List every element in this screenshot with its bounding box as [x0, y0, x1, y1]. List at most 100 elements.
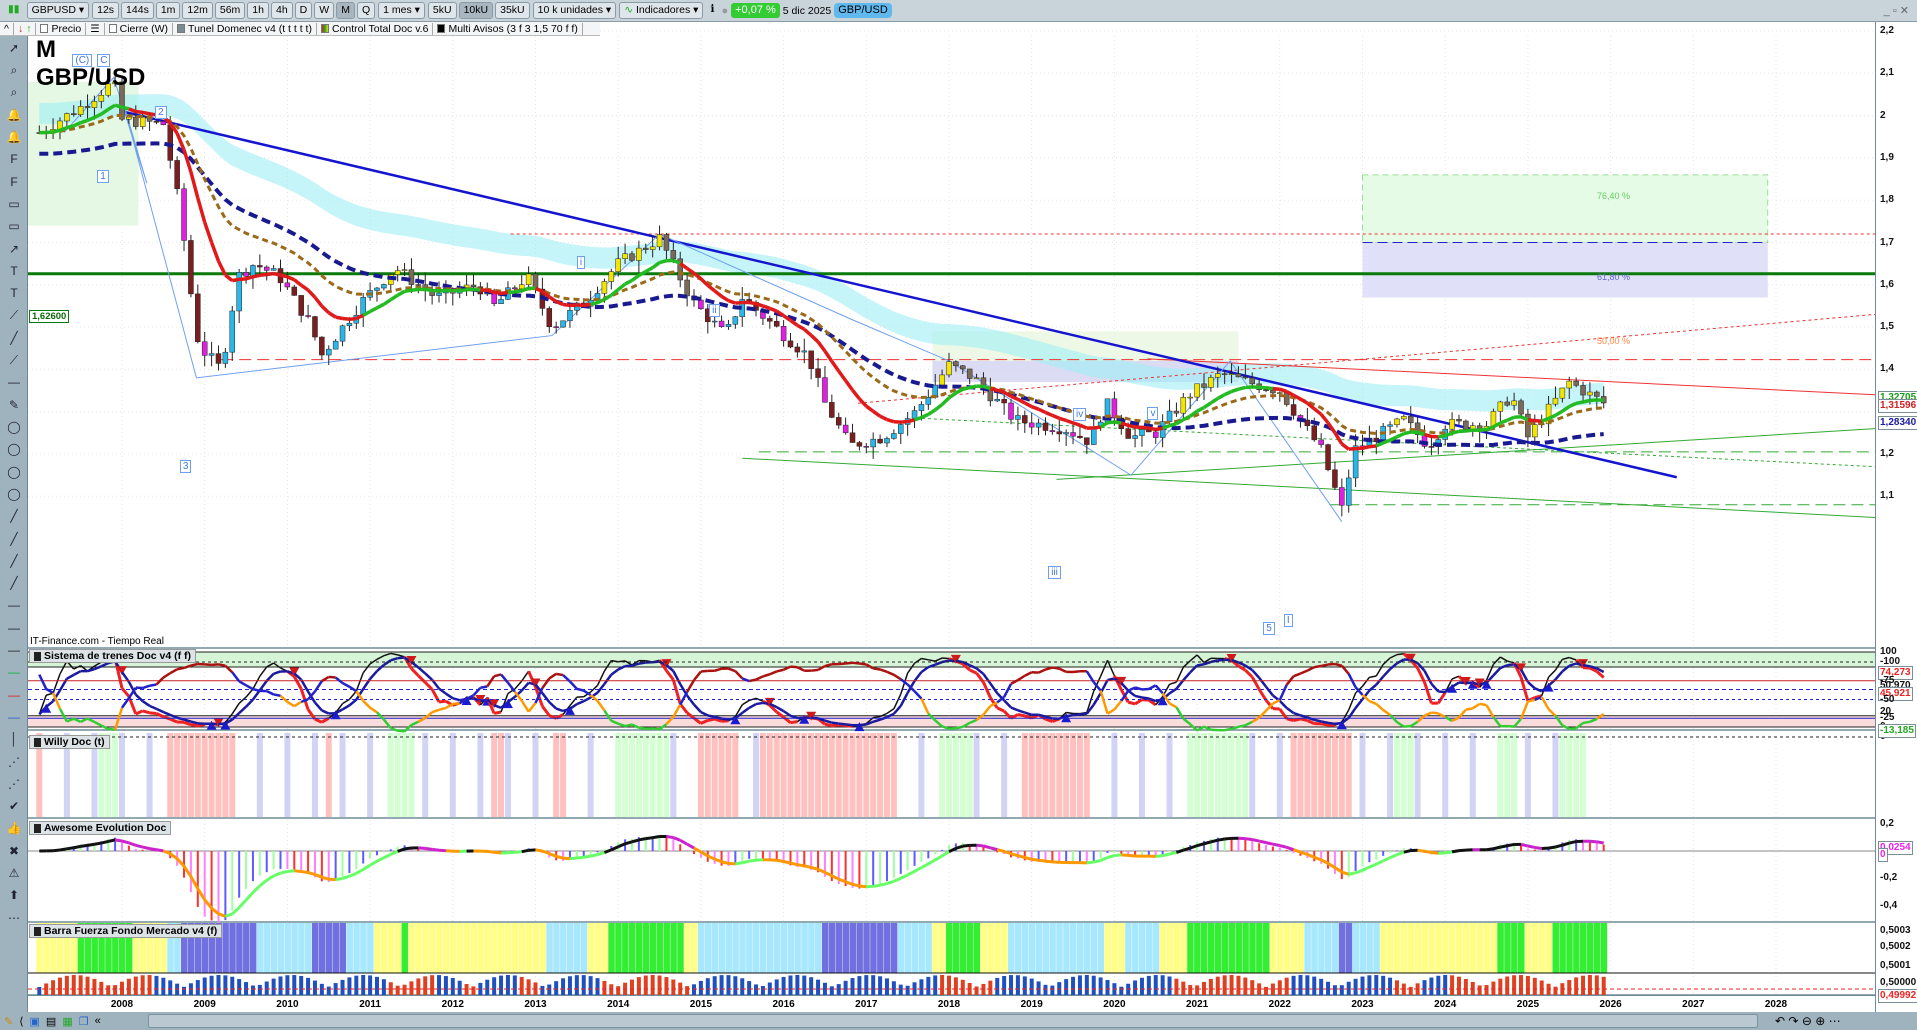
wave-label[interactable]: i: [576, 256, 586, 269]
legend-tunel[interactable]: Tunel Domenec v4 (t t t t t): [173, 22, 317, 35]
symbol-select[interactable]: GBPUSD ▾: [26, 2, 90, 19]
timeframe-1h[interactable]: 1h: [247, 2, 269, 19]
units-select[interactable]: 10 k unidades ▾: [532, 2, 617, 19]
legend-alerts[interactable]: Multi Avisos (3 f 3 1,5 70 f f): [433, 22, 583, 35]
timeframe-Q[interactable]: Q: [356, 2, 376, 19]
timeframe-12m[interactable]: 12m: [182, 2, 213, 19]
panel-title-awesome[interactable]: Awesome Evolution Doc: [29, 821, 172, 835]
ellipse-3-tool-icon[interactable]: ◯: [3, 462, 25, 482]
panel-title-trenes[interactable]: Sistema de trenes Doc v4 (f f): [29, 649, 197, 663]
ellipse-4-tool-icon[interactable]: ◯: [3, 484, 25, 504]
units-35kU[interactable]: 35kU: [495, 2, 530, 19]
period-select[interactable]: 1 mes ▾: [378, 2, 425, 19]
pointer-tool-icon[interactable]: ➚: [3, 38, 25, 58]
indicators-button[interactable]: ∿ Indicadores ▾: [619, 2, 704, 19]
wave-label[interactable]: (C): [72, 54, 93, 67]
rect-tool-icon[interactable]: ▭: [3, 194, 25, 214]
checkbox-icon[interactable]: [40, 24, 49, 33]
wave-label[interactable]: I: [1283, 614, 1293, 627]
timeframe-144s[interactable]: 144s: [121, 2, 154, 19]
grid-icon[interactable]: ▦: [62, 1015, 72, 1028]
wave-label[interactable]: iii: [1048, 566, 1061, 579]
zoom-box-tool-icon[interactable]: ⌕: [3, 83, 25, 103]
segment-tool-icon[interactable]: ⟋: [3, 306, 25, 326]
hline-green-tool-icon[interactable]: —: [3, 640, 25, 660]
chat-icon[interactable]: ▣: [30, 1015, 40, 1028]
zoom-controls[interactable]: ↶ ↷ ⊖ ⊕ ⋯: [1775, 1014, 1841, 1028]
line-tool-icon[interactable]: ╱: [3, 328, 25, 348]
more-tool-icon[interactable]: ⋯: [3, 908, 25, 928]
chart-canvas[interactable]: [0, 0, 1917, 1012]
rewind-icon[interactable]: «: [95, 1015, 101, 1027]
wave-label[interactable]: ii: [709, 304, 720, 317]
units-10kU[interactable]: 10kU: [458, 2, 494, 19]
line-2-tool-icon[interactable]: ╱: [3, 506, 25, 526]
warning-tool-icon[interactable]: ⚠: [3, 863, 25, 883]
ellipse-tool-icon[interactable]: ◯: [3, 417, 25, 437]
hline-3-tool-icon[interactable]: —: [3, 618, 25, 638]
redo-icon[interactable]: ↷: [1788, 1014, 1798, 1028]
arrow-tool-icon[interactable]: ↗: [3, 239, 25, 259]
timeframe-W[interactable]: W: [314, 2, 335, 19]
ray-tool-icon[interactable]: ⟋: [3, 350, 25, 370]
legend-price[interactable]: Precio: [36, 22, 87, 35]
fib-tool-icon[interactable]: F: [3, 149, 25, 169]
zoom-out-icon[interactable]: ⊖: [1802, 1014, 1812, 1028]
units-5kU[interactable]: 5kU: [427, 2, 457, 19]
pencil-icon[interactable]: ✎: [4, 1015, 13, 1028]
panel-title-willy[interactable]: Willy Doc (t): [29, 735, 110, 749]
undo-icon[interactable]: ↶: [1775, 1014, 1785, 1028]
line-4-tool-icon[interactable]: ╱: [3, 551, 25, 571]
pair-badge[interactable]: GBP/USD: [834, 3, 892, 18]
timeframe-4h[interactable]: 4h: [270, 2, 293, 19]
text-bubble-tool-icon[interactable]: T: [3, 283, 25, 303]
pattern-2-tool-icon[interactable]: ⋰: [3, 774, 25, 794]
wave-label[interactable]: v: [1147, 407, 1159, 420]
pattern-tool-icon[interactable]: ⋰: [3, 752, 25, 772]
wave-label[interactable]: 3: [179, 460, 192, 473]
report-icon[interactable]: ▤: [46, 1015, 56, 1028]
level-label[interactable]: 1,62600: [29, 310, 70, 323]
brush-tool-icon[interactable]: ✎: [3, 395, 25, 415]
windows-icon[interactable]: ❐: [79, 1015, 89, 1028]
checkbox-icon[interactable]: [108, 24, 117, 33]
time-axis[interactable]: 2008 2009 2010 2011 2012 2013 2014 2015 2016 2017…: [28, 995, 1875, 1012]
hline-blue-tool-icon[interactable]: —: [3, 685, 25, 705]
text-tool-icon[interactable]: T: [3, 261, 25, 281]
rect-fill-tool-icon[interactable]: ▭: [3, 216, 25, 236]
zoom-in-icon[interactable]: ⊕: [1815, 1014, 1825, 1028]
check-tool-icon[interactable]: ✔: [3, 796, 25, 816]
timeframe-D[interactable]: D: [294, 2, 313, 19]
wave-label[interactable]: C: [97, 54, 111, 67]
legend-arrows-icon[interactable]: ↓ ↑: [14, 22, 37, 35]
hline-navy-tool-icon[interactable]: —: [3, 707, 25, 727]
panel-title-barra[interactable]: Barra Fuerza Fondo Mercado v4 (f): [29, 924, 223, 938]
info-icon[interactable]: ℹ: [706, 2, 718, 19]
window-controls[interactable]: _ ▫ ✕: [1884, 4, 1909, 17]
chart-type-icon[interactable]: ▮▮: [4, 2, 24, 19]
timeframe-12s[interactable]: 12s: [92, 2, 120, 19]
wave-label[interactable]: 5: [1263, 622, 1275, 635]
price-axis[interactable]: 2,2 2,1 2 1,9 1,8 1,7 1,6 1,5 1,4 1,2 1,1 1,32705 1,…: [1875, 22, 1917, 1012]
fib-line-tool-icon[interactable]: F: [3, 172, 25, 192]
legend-control[interactable]: Control Total Doc v.6: [317, 22, 434, 35]
timeframe-1m[interactable]: 1m: [155, 2, 181, 19]
settings-icon[interactable]: ⋯: [1829, 1014, 1841, 1028]
legend-close[interactable]: Cierre (W): [105, 22, 174, 35]
list-icon[interactable]: ☰: [86, 22, 105, 35]
hline-red-tool-icon[interactable]: —: [3, 662, 25, 682]
wave-label[interactable]: 2: [155, 106, 167, 119]
horizontal-scrollbar[interactable]: [148, 1014, 1758, 1028]
timeframe-56m[interactable]: 56m: [214, 2, 246, 19]
line-3-tool-icon[interactable]: ╱: [3, 529, 25, 549]
share-icon[interactable]: ⟨: [19, 1015, 23, 1028]
wave-label[interactable]: 1: [97, 170, 109, 183]
ellipse-2-tool-icon[interactable]: ◯: [3, 439, 25, 459]
alert-2-tool-icon[interactable]: 🔔: [3, 127, 25, 147]
cross-tool-icon[interactable]: ✖: [3, 841, 25, 861]
vline-tool-icon[interactable]: │: [3, 729, 25, 749]
hline-tool-icon[interactable]: —: [3, 372, 25, 392]
alert-tool-icon[interactable]: 🔔: [3, 105, 25, 125]
zoom-tool-icon[interactable]: ⌕: [3, 60, 25, 80]
wave-label[interactable]: iv: [1073, 408, 1087, 421]
